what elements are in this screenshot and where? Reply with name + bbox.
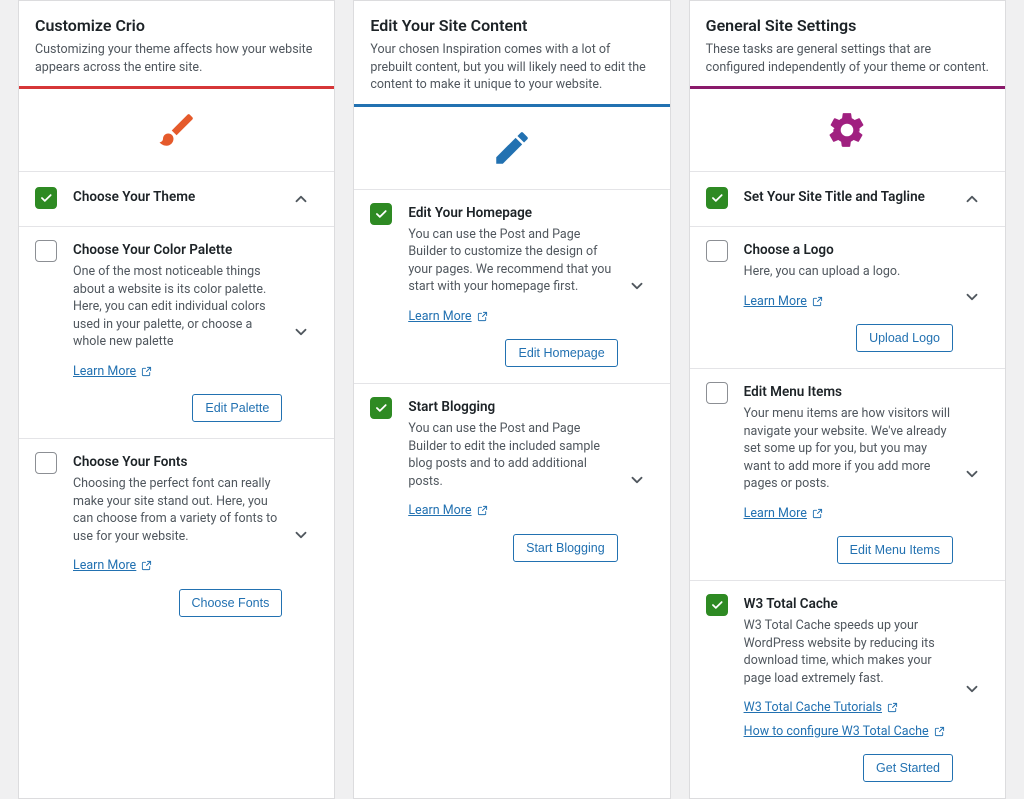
task-color-palette: Choose Your Color Palette One of the mos…: [19, 227, 334, 439]
task-w3-total-cache: W3 Total Cache W3 Total Cache speeds up …: [690, 581, 1005, 798]
learn-more-link[interactable]: Learn More: [744, 505, 953, 523]
task-start-blogging: Start Blogging You can use the Post and …: [354, 384, 669, 577]
task-desc: W3 Total Cache speeds up your WordPress …: [744, 617, 953, 687]
task-choose-theme: Choose Your Theme: [19, 172, 334, 227]
learn-more-link[interactable]: Learn More: [73, 363, 282, 381]
chevron-down-icon[interactable]: [290, 321, 312, 343]
link-label: How to configure W3 Total Cache: [744, 723, 929, 741]
task-edit-menu: Edit Menu Items Your menu items are how …: [690, 369, 1005, 581]
checkbox-icon[interactable]: [706, 594, 728, 616]
choose-fonts-button[interactable]: Choose Fonts: [179, 589, 283, 617]
task-title: Edit Your Homepage: [408, 204, 617, 223]
task-edit-homepage: Edit Your Homepage You can use the Post …: [354, 190, 669, 384]
chevron-down-icon[interactable]: [626, 275, 648, 297]
upload-logo-button[interactable]: Upload Logo: [856, 324, 953, 352]
link-label: Learn More: [744, 505, 807, 523]
checkbox-icon[interactable]: [706, 382, 728, 404]
learn-more-link[interactable]: Learn More: [744, 293, 953, 311]
onboarding-columns: Customize Crio Customizing your theme af…: [0, 0, 1024, 799]
column-general-settings: General Site Settings These tasks are ge…: [689, 0, 1006, 799]
task-title: Set Your Site Title and Tagline: [744, 188, 953, 207]
checkbox-icon[interactable]: [35, 452, 57, 474]
link-label: Learn More: [408, 308, 471, 326]
tasks-list: Set Your Site Title and Tagline Choose a…: [690, 172, 1005, 798]
column-desc: These tasks are general settings that ar…: [706, 41, 989, 76]
task-title: Choose Your Fonts: [73, 453, 282, 472]
task-choose-logo: Choose a Logo Here, you can upload a log…: [690, 227, 1005, 369]
task-desc: You can use the Post and Page Builder to…: [408, 226, 617, 296]
task-title: Choose Your Theme: [73, 188, 282, 207]
learn-more-link[interactable]: Learn More: [73, 557, 282, 575]
task-title: W3 Total Cache: [744, 595, 953, 614]
column-title: Customize Crio: [35, 15, 318, 37]
checkbox-icon[interactable]: [35, 240, 57, 262]
checkbox-icon[interactable]: [370, 203, 392, 225]
chevron-down-icon[interactable]: [626, 469, 648, 491]
column-header: General Site Settings These tasks are ge…: [690, 1, 1005, 89]
edit-palette-button[interactable]: Edit Palette: [192, 394, 282, 422]
chevron-down-icon[interactable]: [961, 678, 983, 700]
column-title: Edit Your Site Content: [370, 15, 653, 37]
learn-more-link[interactable]: Learn More: [408, 502, 617, 520]
task-desc: Your menu items are how visitors will na…: [744, 405, 953, 493]
chevron-up-icon[interactable]: [290, 188, 312, 210]
column-edit-content: Edit Your Site Content Your chosen Inspi…: [353, 0, 670, 799]
column-header: Edit Your Site Content Your chosen Inspi…: [354, 1, 669, 107]
external-link-icon: [887, 702, 898, 713]
column-desc: Your chosen Inspiration comes with a lot…: [370, 41, 653, 94]
task-title: Start Blogging: [408, 398, 617, 417]
pencil-icon: [354, 107, 669, 190]
tasks-list: Edit Your Homepage You can use the Post …: [354, 190, 669, 578]
task-title: Choose Your Color Palette: [73, 241, 282, 260]
external-link-icon: [812, 296, 823, 307]
external-link-icon: [812, 508, 823, 519]
checkbox-icon[interactable]: [370, 397, 392, 419]
w3tc-tutorials-link[interactable]: W3 Total Cache Tutorials: [744, 699, 953, 717]
task-desc: You can use the Post and Page Builder to…: [408, 420, 617, 490]
link-label: W3 Total Cache Tutorials: [744, 699, 882, 717]
task-desc: Choosing the perfect font can really mak…: [73, 475, 282, 545]
external-link-icon: [141, 366, 152, 377]
start-blogging-button[interactable]: Start Blogging: [513, 534, 618, 562]
edit-homepage-button[interactable]: Edit Homepage: [505, 339, 617, 367]
chevron-down-icon[interactable]: [961, 463, 983, 485]
task-title: Edit Menu Items: [744, 383, 953, 402]
column-desc: Customizing your theme affects how your …: [35, 41, 318, 76]
paintbrush-icon: [19, 89, 334, 172]
link-label: Learn More: [744, 293, 807, 311]
task-choose-fonts: Choose Your Fonts Choosing the perfect f…: [19, 439, 334, 632]
gear-icon: [690, 89, 1005, 172]
chevron-down-icon[interactable]: [290, 524, 312, 546]
checkbox-icon[interactable]: [706, 240, 728, 262]
link-label: Learn More: [408, 502, 471, 520]
column-header: Customize Crio Customizing your theme af…: [19, 1, 334, 89]
edit-menu-items-button[interactable]: Edit Menu Items: [837, 536, 953, 564]
w3tc-configure-link[interactable]: How to configure W3 Total Cache: [744, 723, 953, 741]
external-link-icon: [141, 560, 152, 571]
column-customize: Customize Crio Customizing your theme af…: [18, 0, 335, 799]
learn-more-link[interactable]: Learn More: [408, 308, 617, 326]
external-link-icon: [934, 726, 945, 737]
task-site-title: Set Your Site Title and Tagline: [690, 172, 1005, 227]
task-desc: One of the most noticeable things about …: [73, 263, 282, 351]
checkbox-icon[interactable]: [35, 187, 57, 209]
external-link-icon: [477, 311, 488, 322]
external-link-icon: [477, 505, 488, 516]
task-desc: Here, you can upload a logo.: [744, 263, 953, 281]
link-label: Learn More: [73, 557, 136, 575]
column-title: General Site Settings: [706, 15, 989, 37]
task-title: Choose a Logo: [744, 241, 953, 260]
link-label: Learn More: [73, 363, 136, 381]
chevron-down-icon[interactable]: [961, 286, 983, 308]
tasks-list: Choose Your Theme Choose Your Color Pale…: [19, 172, 334, 632]
checkbox-icon[interactable]: [706, 187, 728, 209]
chevron-up-icon[interactable]: [961, 188, 983, 210]
get-started-button[interactable]: Get Started: [863, 754, 953, 782]
